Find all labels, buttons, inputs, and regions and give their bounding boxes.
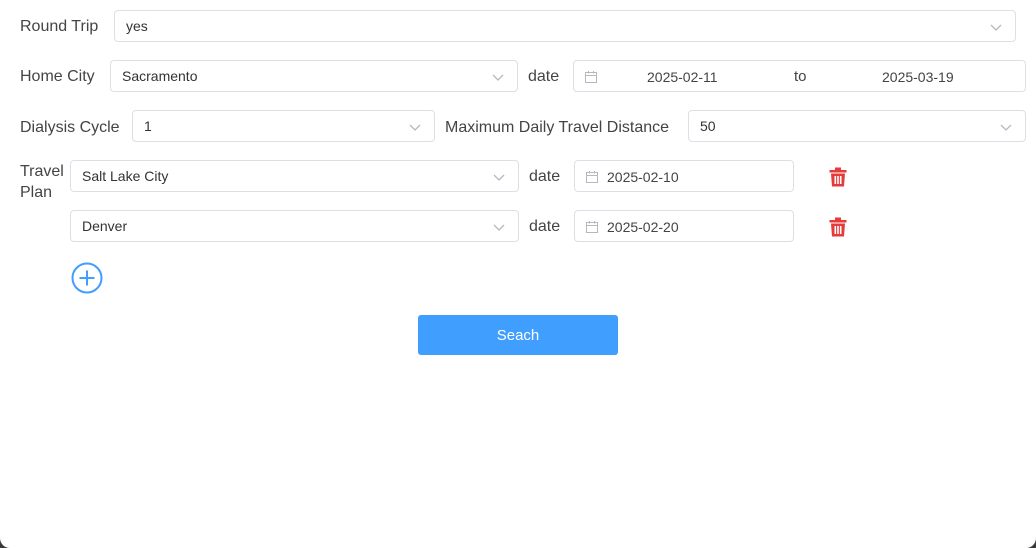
travel-plan-city-value: Denver bbox=[82, 218, 128, 234]
calendar-icon bbox=[585, 71, 597, 83]
home-date-label: date bbox=[528, 68, 560, 85]
max-distance-select[interactable]: 50 bbox=[688, 110, 1026, 142]
travel-plan-label-line2: Plan bbox=[20, 184, 53, 201]
travel-plan-date-picker[interactable]: 2025-02-20 bbox=[574, 210, 794, 242]
travel-plan-city-select[interactable]: Salt Lake City bbox=[70, 160, 519, 192]
trip-form-panel: Round Trip yes Home City Sacramento date… bbox=[0, 0, 1036, 548]
delete-icon[interactable] bbox=[829, 167, 847, 187]
travel-plan-date-picker[interactable]: 2025-02-10 bbox=[574, 160, 794, 192]
travel-plan-date-value: 2025-02-20 bbox=[607, 219, 679, 235]
search-button[interactable]: Seach bbox=[418, 315, 618, 355]
chevron-down-icon bbox=[409, 124, 421, 131]
home-city-label: Home City bbox=[20, 68, 95, 85]
chevron-down-icon bbox=[990, 24, 1002, 31]
chevron-down-icon bbox=[493, 224, 505, 231]
delete-icon[interactable] bbox=[829, 217, 847, 237]
chevron-down-icon bbox=[1000, 124, 1012, 131]
range-end-date[interactable]: 2025-03-19 bbox=[882, 69, 954, 85]
calendar-icon bbox=[586, 221, 598, 233]
dialysis-cycle-select[interactable]: 1 bbox=[132, 110, 435, 142]
range-start-date[interactable]: 2025-02-11 bbox=[647, 69, 718, 85]
dialysis-cycle-value: 1 bbox=[144, 118, 152, 134]
dialysis-cycle-label: Dialysis Cycle bbox=[20, 119, 120, 136]
range-separator: to bbox=[794, 68, 807, 85]
home-city-select[interactable]: Sacramento bbox=[110, 60, 518, 92]
max-distance-label: Maximum Daily Travel Distance bbox=[445, 119, 670, 136]
round-trip-value: yes bbox=[126, 18, 148, 34]
home-date-range-picker[interactable]: 2025-02-11 to 2025-03-19 bbox=[573, 60, 1026, 92]
chevron-down-icon bbox=[493, 174, 505, 181]
round-trip-select[interactable]: yes bbox=[114, 10, 1016, 42]
travel-plan-city-select[interactable]: Denver bbox=[70, 210, 519, 242]
add-circle-icon[interactable] bbox=[71, 262, 103, 294]
max-distance-value: 50 bbox=[700, 118, 716, 134]
travel-plan-date-label: date bbox=[529, 218, 561, 235]
round-trip-label: Round Trip bbox=[20, 18, 99, 35]
chevron-down-icon bbox=[492, 74, 504, 81]
travel-plan-date-value: 2025-02-10 bbox=[607, 169, 679, 185]
calendar-icon bbox=[586, 171, 598, 183]
travel-plan-city-value: Salt Lake City bbox=[82, 168, 169, 184]
travel-plan-label-line1: Travel bbox=[20, 163, 64, 180]
home-city-value: Sacramento bbox=[122, 68, 198, 84]
travel-plan-date-label: date bbox=[529, 168, 561, 185]
